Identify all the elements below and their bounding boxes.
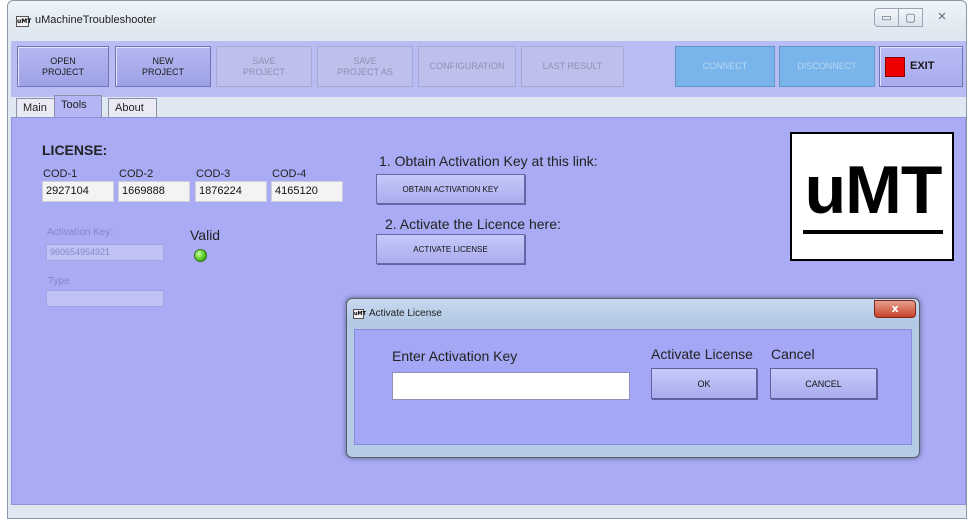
minimize-icon: ▭ [881,11,892,24]
exit-label: EXIT [910,60,935,72]
save-project-as-button[interactable]: SAVE PROJECT AS [317,46,413,87]
connect-button[interactable]: CONNECT [675,46,775,87]
enter-key-label: Enter Activation Key [392,348,518,364]
activate-license-button[interactable]: ACTIVATE LICENSE [376,234,525,264]
tab-tools[interactable]: Tools [54,95,102,118]
exit-button[interactable]: EXIT [879,46,963,87]
cod-3-field[interactable]: 1876224 [195,181,267,202]
last-result-button[interactable]: LAST RESULT [521,46,624,87]
exit-indicator-icon [885,57,905,77]
activation-key-field[interactable]: 960654954921 [46,244,164,261]
valid-led-icon [194,249,207,262]
cod-4-field[interactable]: 4165120 [271,181,343,202]
activation-key-label: Activation Key: [47,227,114,238]
toolbar: OPEN PROJECT NEW PROJECT SAVE PROJECT SA… [11,41,966,97]
save-project-button[interactable]: SAVE PROJECT [216,46,312,87]
obtain-activation-key-button[interactable]: OBTAIN ACTIVATION KEY [376,174,525,204]
configuration-button[interactable]: CONFIGURATION [418,46,516,87]
cancel-label: Cancel [771,346,815,362]
valid-label: Valid [190,227,221,243]
cod-3-label: COD-3 [196,168,231,180]
open-project-button[interactable]: OPEN PROJECT [17,46,109,87]
activation-key-input[interactable] [392,372,630,400]
logo-underline [803,230,943,234]
dialog-close-button[interactable]: x [874,300,916,318]
step-1-label: 1. Obtain Activation Key at this link: [379,153,598,169]
cod-1-field[interactable]: 2927104 [42,181,114,202]
dialog-app-icon: uMT [353,309,366,319]
title-bar: uMT uMachineTroubleshooter ▭ ▢ ✕ [8,1,966,37]
window-title: uMachineTroubleshooter [35,14,157,26]
ok-button[interactable]: OK [651,368,757,399]
new-project-button[interactable]: NEW PROJECT [115,46,211,87]
tab-about[interactable]: About [108,98,157,118]
activate-license-label: Activate License [651,346,753,362]
cod-2-field[interactable]: 1669888 [118,181,190,202]
license-title: LICENSE: [42,142,108,158]
minimize-button[interactable]: ▭ [874,8,899,27]
tab-main[interactable]: Main [16,98,55,118]
maximize-icon: ▢ [905,11,916,24]
close-window-button[interactable]: ✕ [922,8,962,27]
cod-2-label: COD-2 [119,168,154,180]
type-field[interactable] [46,290,164,307]
app-icon: uMT [16,16,32,27]
step-2-label: 2. Activate the Licence here: [385,216,561,232]
maximize-button[interactable]: ▢ [898,8,923,27]
activate-license-dialog: uMT Activate License x Enter Activation … [346,298,920,458]
cod-4-label: COD-4 [272,168,307,180]
umt-logo: uMT [790,132,954,261]
disconnect-button[interactable]: DISCONNECT [779,46,875,87]
type-label: Type [48,276,70,287]
dialog-title: Activate License [369,308,442,319]
cancel-button[interactable]: CANCEL [770,368,877,399]
logo-text: uMT [804,152,943,228]
close-icon: ✕ [937,10,947,23]
cod-1-label: COD-1 [43,168,78,180]
dialog-body: Enter Activation Key Activate License Ca… [354,329,912,445]
dialog-title-bar: uMT Activate License x [347,299,919,327]
